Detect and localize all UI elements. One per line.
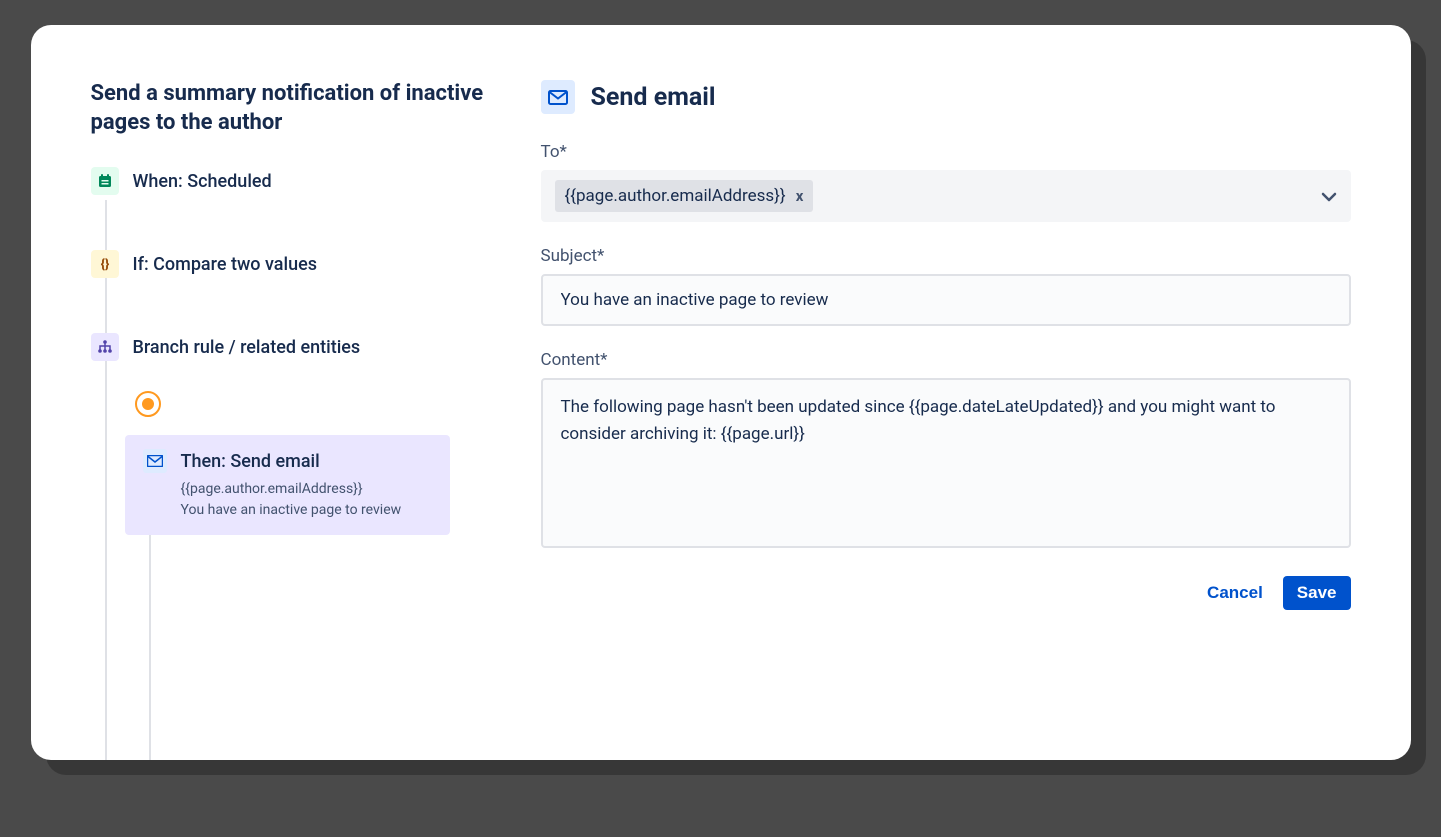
action-config-panel: Send email To* {{page.author.emailAddres…	[511, 80, 1351, 760]
rule-title: Send a summary notification of inactive …	[91, 80, 511, 137]
subject-label: Subject*	[541, 246, 1351, 266]
content-textarea[interactable]	[541, 378, 1351, 548]
cancel-button[interactable]: Cancel	[1193, 576, 1277, 610]
step-if-label: If: Compare two values	[133, 254, 318, 275]
step-branch[interactable]: Branch rule / related entities	[91, 333, 511, 361]
to-chip-text: {{page.author.emailAddress}}	[565, 186, 786, 206]
to-label: To*	[541, 142, 1351, 162]
chip-remove-icon[interactable]: x	[796, 187, 804, 205]
step-if[interactable]: {} If: Compare two values	[91, 250, 511, 278]
step-then-line1: {{page.author.emailAddress}}	[181, 479, 432, 500]
branch-node-marker	[135, 391, 511, 417]
save-button[interactable]: Save	[1283, 576, 1351, 610]
step-when[interactable]: When: Scheduled	[91, 167, 511, 195]
flowline-main	[105, 200, 107, 760]
step-then-line2: You have an inactive page to review	[181, 500, 432, 521]
content-label: Content*	[541, 350, 1351, 370]
form-title: Send email	[591, 83, 716, 112]
rule-sidebar: Send a summary notification of inactive …	[91, 80, 511, 760]
step-then-title: Then: Send email	[181, 451, 320, 472]
braces-icon: {}	[91, 250, 119, 278]
step-branch-label: Branch rule / related entities	[133, 337, 361, 358]
email-icon	[541, 80, 575, 114]
step-then-send-email[interactable]: Then: Send email {{page.author.emailAddr…	[125, 435, 450, 535]
calendar-icon	[91, 167, 119, 195]
chevron-down-icon[interactable]	[1321, 187, 1337, 206]
step-when-label: When: Scheduled	[133, 171, 272, 192]
branch-icon	[91, 333, 119, 361]
email-icon	[143, 449, 167, 473]
to-field[interactable]: {{page.author.emailAddress}} x	[541, 170, 1351, 222]
to-chip: {{page.author.emailAddress}} x	[555, 180, 814, 212]
form-actions: Cancel Save	[541, 576, 1351, 610]
svg-text:{}: {}	[100, 257, 108, 272]
automation-rule-editor: Send a summary notification of inactive …	[31, 25, 1411, 760]
subject-input[interactable]	[541, 274, 1351, 326]
